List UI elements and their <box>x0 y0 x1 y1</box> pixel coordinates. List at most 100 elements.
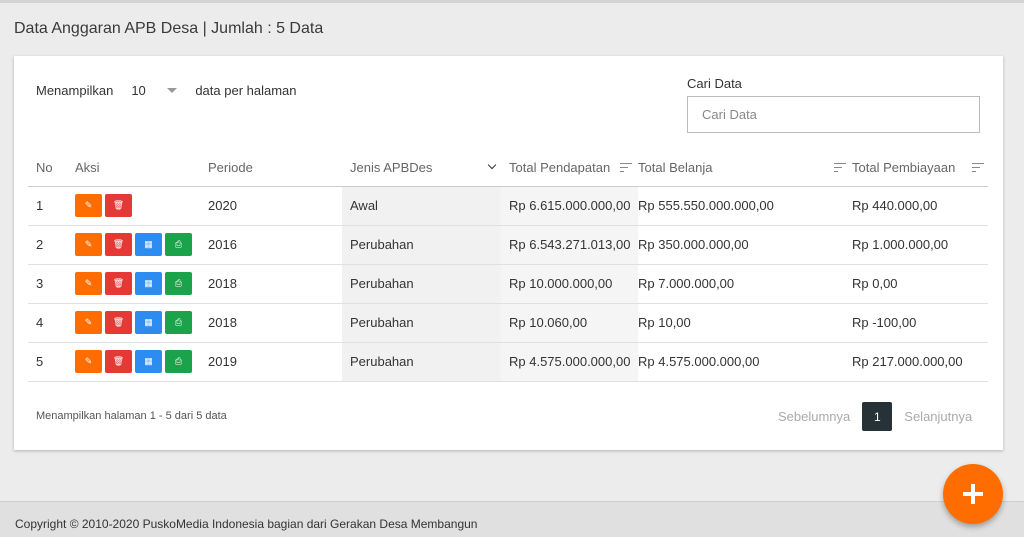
sort-icon[interactable] <box>834 162 846 173</box>
prev-page-button[interactable]: Sebelumnya <box>778 409 850 424</box>
page-1-button[interactable]: 1 <box>862 402 893 431</box>
cell-no: 5 <box>28 342 75 382</box>
trash-icon: 🗑 <box>112 200 125 210</box>
cell-belanja: Rp 10,00 <box>638 303 852 343</box>
cell-belanja: Rp 350.000.000,00 <box>638 225 852 265</box>
edit-button[interactable]: ✎ <box>75 233 102 256</box>
delete-button[interactable]: 🗑 <box>105 311 132 334</box>
cell-belanja: Rp 4.575.000.000,00 <box>638 342 852 382</box>
header-periode[interactable]: Periode <box>208 149 342 187</box>
sort-icon[interactable] <box>972 162 984 173</box>
cell-actions: ✎ 🗑 ▦ ⎙ <box>75 264 208 304</box>
cell-periode: 2018 <box>208 264 342 304</box>
table-row: 2 ✎ 🗑 ▦ ⎙ 2016 Perubahan Rp 6.543.271.013,00 Rp … <box>28 225 988 265</box>
cell-actions: ✎ 🗑 ▦ ⎙ <box>75 303 208 343</box>
header-no[interactable]: No <box>28 149 75 187</box>
delete-button[interactable]: 🗑 <box>105 350 132 373</box>
data-card: Menampilkan 10 data per halaman Cari Dat… <box>14 56 1003 450</box>
cell-periode: 2016 <box>208 225 342 265</box>
cell-jenis: Perubahan <box>342 264 501 304</box>
print-icon: ⎙ <box>174 356 183 366</box>
cell-pendapatan: Rp 10.000.000,00 <box>501 264 638 304</box>
detail-button[interactable]: ▦ <box>135 272 162 295</box>
table-header-row: No Aksi Periode Jenis APBDes Total Penda… <box>28 149 988 187</box>
cell-jenis: Awal <box>342 186 501 226</box>
edit-icon: ✎ <box>84 356 93 366</box>
footer-bar: Copyright © 2010-2020 PuskoMedia Indones… <box>0 501 1024 537</box>
print-button[interactable]: ⎙ <box>165 233 192 256</box>
table-body: 1 ✎ 🗑 2020 Awal Rp 6.615.000.000,00 Rp 555.550… <box>28 186 988 382</box>
edit-button[interactable]: ✎ <box>75 194 102 217</box>
add-button[interactable] <box>943 464 1003 524</box>
cell-belanja: Rp 555.550.000.000,00 <box>638 186 852 226</box>
delete-button[interactable]: 🗑 <box>105 233 132 256</box>
per-page-select[interactable]: 10 <box>131 83 178 98</box>
cell-periode: 2020 <box>208 186 342 226</box>
edit-button[interactable]: ✎ <box>75 272 102 295</box>
edit-button[interactable]: ✎ <box>75 350 102 373</box>
table-icon: ▦ <box>144 317 153 327</box>
action-buttons: ✎ 🗑 ▦ ⎙ <box>75 233 208 256</box>
detail-button[interactable]: ▦ <box>135 350 162 373</box>
action-buttons: ✎ 🗑 <box>75 194 208 217</box>
cell-jenis: Perubahan <box>342 225 501 265</box>
cell-pendapatan: Rp 10.060,00 <box>501 303 638 343</box>
action-buttons: ✎ 🗑 ▦ ⎙ <box>75 311 208 334</box>
edit-button[interactable]: ✎ <box>75 311 102 334</box>
print-button[interactable]: ⎙ <box>165 272 192 295</box>
header-pembiayaan[interactable]: Total Pembiayaan <box>852 149 988 187</box>
chevron-down-icon[interactable] <box>487 161 497 170</box>
trash-icon: 🗑 <box>112 278 125 288</box>
delete-button[interactable]: 🗑 <box>105 272 132 295</box>
edit-icon: ✎ <box>84 200 93 210</box>
cell-belanja: Rp 7.000.000,00 <box>638 264 852 304</box>
header-jenis[interactable]: Jenis APBDes <box>342 149 501 187</box>
show-label: Menampilkan <box>36 83 114 98</box>
pagination-info: Menampilkan halaman 1 - 5 dari 5 data <box>36 410 227 422</box>
per-page-control: Menampilkan 10 data per halaman <box>36 83 297 98</box>
print-button[interactable]: ⎙ <box>165 350 192 373</box>
table-icon: ▦ <box>144 356 153 366</box>
detail-button[interactable]: ▦ <box>135 311 162 334</box>
trash-icon: 🗑 <box>112 317 125 327</box>
cell-no: 4 <box>28 303 75 343</box>
header-pembiayaan-label: Total Pembiayaan <box>852 159 956 175</box>
cell-pembiayaan: Rp 0,00 <box>852 264 988 304</box>
search-input[interactable] <box>687 96 980 133</box>
print-icon: ⎙ <box>174 278 183 288</box>
table-row: 5 ✎ 🗑 ▦ ⎙ 2019 Perubahan Rp 4.575.000.000,00 Rp … <box>28 342 988 382</box>
cell-no: 3 <box>28 264 75 304</box>
cell-periode: 2019 <box>208 342 342 382</box>
print-button[interactable]: ⎙ <box>165 311 192 334</box>
table-row: 4 ✎ 🗑 ▦ ⎙ 2018 Perubahan Rp 10.060,00 Rp 10,00 Rp… <box>28 303 988 343</box>
header-belanja-label: Total Belanja <box>638 159 713 175</box>
header-pendapatan-label: Total Pendapatan <box>509 159 611 175</box>
action-buttons: ✎ 🗑 ▦ ⎙ <box>75 350 208 373</box>
delete-button[interactable]: 🗑 <box>105 194 132 217</box>
cell-jenis: Perubahan <box>342 342 501 382</box>
sort-icon[interactable] <box>620 162 632 173</box>
top-divider <box>0 0 1024 3</box>
next-page-button[interactable]: Selanjutnya <box>904 409 972 424</box>
cell-actions: ✎ 🗑 <box>75 186 208 226</box>
table-row: 3 ✎ 🗑 ▦ ⎙ 2018 Perubahan Rp 10.000.000,00 Rp 7.0… <box>28 264 988 304</box>
print-icon: ⎙ <box>174 239 183 249</box>
table-icon: ▦ <box>144 239 153 249</box>
trash-icon: 🗑 <box>112 356 125 366</box>
cell-pendapatan: Rp 6.543.271.013,00 <box>501 225 638 265</box>
trash-icon: 🗑 <box>112 239 125 249</box>
pagination: Sebelumnya 1 Selanjutnya <box>778 402 972 431</box>
cell-pembiayaan: Rp 440.000,00 <box>852 186 988 226</box>
print-icon: ⎙ <box>174 317 183 327</box>
header-pendapatan[interactable]: Total Pendapatan <box>501 149 638 187</box>
detail-button[interactable]: ▦ <box>135 233 162 256</box>
edit-icon: ✎ <box>84 239 93 249</box>
header-jenis-label: Jenis APBDes <box>350 159 433 175</box>
cell-periode: 2018 <box>208 303 342 343</box>
header-aksi: Aksi <box>75 149 208 187</box>
cell-actions: ✎ 🗑 ▦ ⎙ <box>75 225 208 265</box>
per-page-suffix: data per halaman <box>195 83 297 98</box>
caret-down-icon <box>167 88 178 93</box>
cell-pendapatan: Rp 4.575.000.000,00 <box>501 342 638 382</box>
header-belanja[interactable]: Total Belanja <box>638 149 852 187</box>
